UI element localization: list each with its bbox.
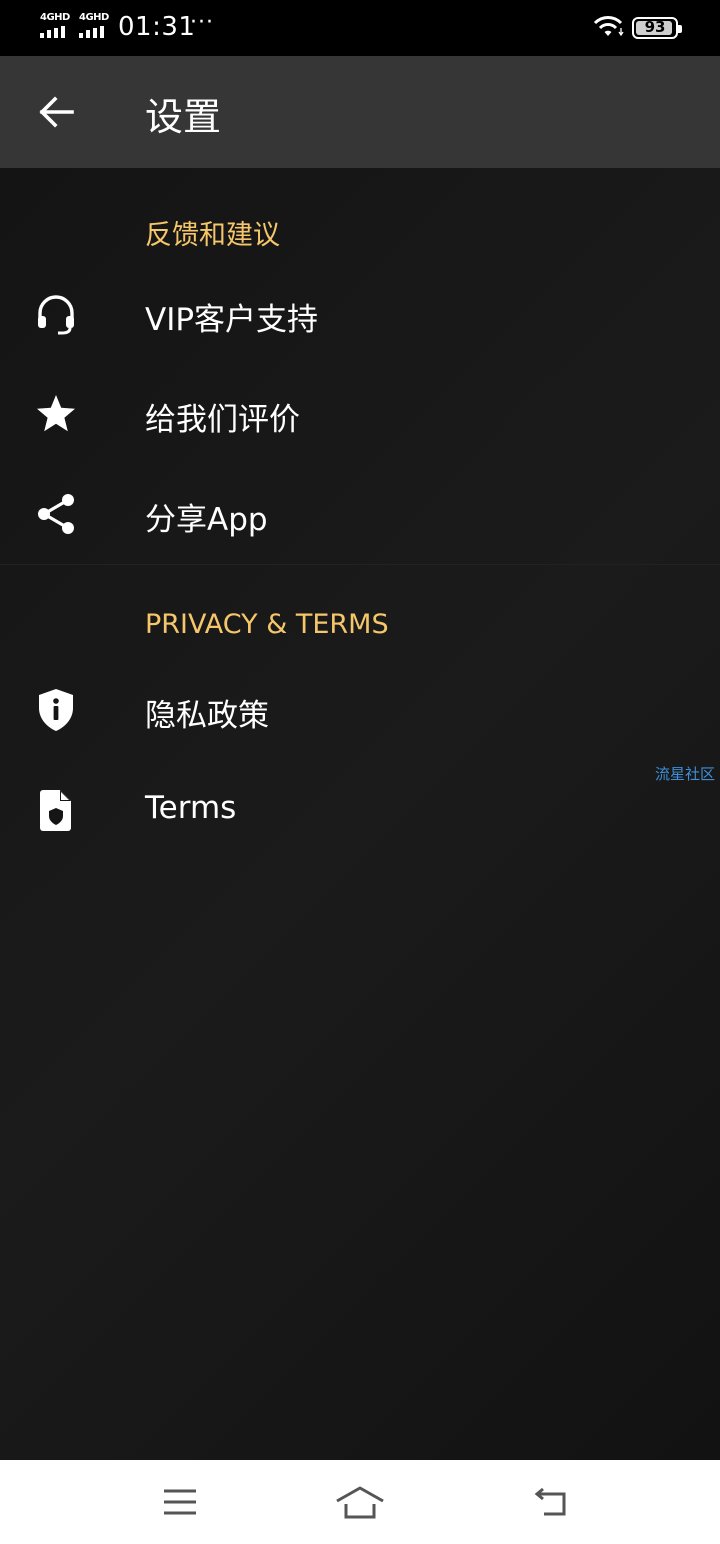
headset-icon — [32, 290, 80, 338]
system-nav-bar — [0, 1460, 720, 1544]
status-bar: 4GHD 4GHD 01:31 ··· 93 — [0, 0, 720, 56]
settings-item-privacy-policy[interactable]: 隐私政策 — [0, 660, 720, 760]
section-header-privacy: PRIVACY & TERMS — [145, 609, 389, 640]
star-icon — [32, 390, 80, 438]
settings-list: 反馈和建议 VIP客户支持 给我们评价 分享App PRIVACY & TERM… — [0, 168, 720, 1460]
arrow-left-icon — [39, 96, 74, 128]
system-back-button[interactable] — [520, 1474, 580, 1530]
menu-icon — [164, 1489, 196, 1515]
settings-item-label: Terms — [145, 790, 237, 826]
settings-item-label: 分享App — [145, 502, 268, 538]
status-time: 01:31 — [118, 12, 196, 42]
settings-item-terms[interactable]: Terms — [0, 760, 720, 860]
document-shield-icon — [32, 786, 80, 834]
section-divider — [0, 564, 720, 565]
cell-signal-2-icon: 4GHD — [79, 12, 113, 40]
settings-item-vip-support[interactable]: VIP客户支持 — [0, 264, 720, 364]
watermark-text: 流星社区 — [655, 765, 716, 783]
network-type-1: 4GHD — [40, 12, 70, 23]
home-button[interactable] — [330, 1474, 390, 1530]
settings-item-label: 给我们评价 — [145, 402, 300, 438]
status-more: ··· — [190, 10, 214, 35]
wifi-icon — [593, 16, 624, 37]
page-title: 设置 — [145, 95, 222, 139]
shield-info-icon — [32, 686, 80, 734]
settings-item-label: 隐私政策 — [145, 698, 269, 734]
home-icon — [336, 1486, 384, 1519]
share-icon — [32, 490, 80, 538]
battery-level: 93 — [644, 18, 666, 36]
battery-icon: 93 — [632, 17, 682, 39]
app-bar: 设置 — [0, 56, 720, 168]
network-type-2: 4GHD — [79, 12, 109, 23]
recent-apps-button[interactable] — [150, 1474, 210, 1530]
settings-item-label: VIP客户支持 — [145, 302, 319, 338]
section-header-feedback: 反馈和建议 — [145, 220, 280, 251]
settings-item-share-app[interactable]: 分享App — [0, 464, 720, 564]
settings-item-rate-us[interactable]: 给我们评价 — [0, 364, 720, 464]
cell-signal-1-icon: 4GHD — [40, 12, 74, 40]
return-icon — [534, 1487, 566, 1516]
back-button[interactable] — [28, 84, 84, 140]
